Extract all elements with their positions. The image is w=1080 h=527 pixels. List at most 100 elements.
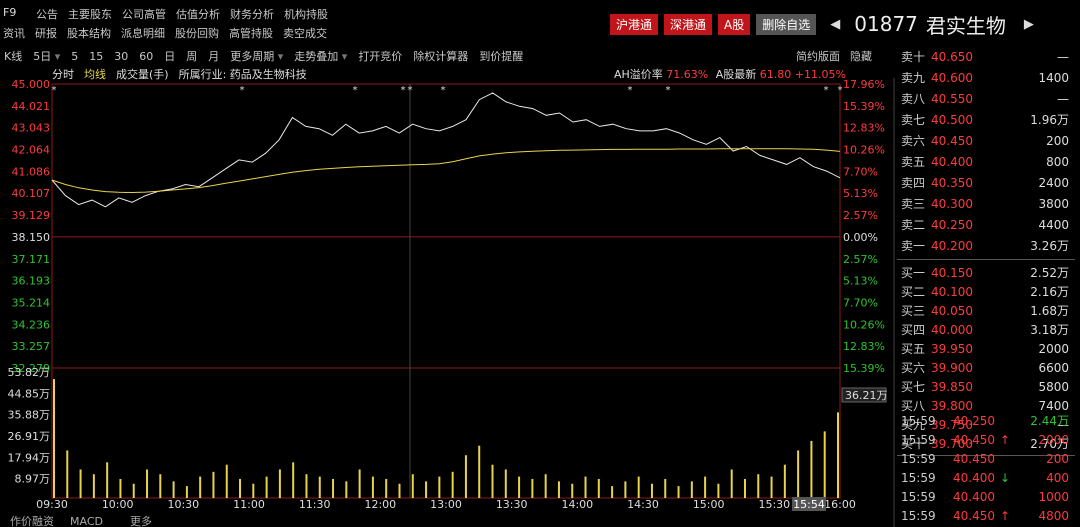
toolbar-item[interactable]: 除权计算器 bbox=[413, 48, 468, 64]
toolbar-item[interactable]: 30 bbox=[114, 50, 128, 63]
toolbar-right: 简约版面 隐藏 bbox=[796, 48, 872, 64]
orderbook-price: 40.250 bbox=[931, 217, 973, 232]
orderbook-level-label: 买四 bbox=[901, 323, 926, 337]
orderbook-row[interactable]: 买七 39.850 5800 bbox=[897, 377, 1075, 396]
volume-axis-label: 17.94万 bbox=[8, 451, 51, 464]
trade-tick-row: 15:59 40.450 ↑ 2000 bbox=[897, 430, 1075, 449]
orderbook-price: 40.200 bbox=[931, 238, 973, 253]
orderbook-price: 40.450 bbox=[931, 133, 973, 148]
header-button[interactable]: 沪港通 bbox=[610, 13, 659, 35]
f9-menu-item[interactable]: 估值分析 bbox=[176, 6, 220, 22]
simple-layout-button[interactable]: 简约版面 bbox=[796, 48, 840, 64]
bottom-tab[interactable]: 作价融资 bbox=[10, 515, 54, 527]
orderbook-row[interactable]: 买六 39.900 6600 bbox=[897, 358, 1075, 377]
toolbar-dropdown[interactable]: 更多周期 ▾ bbox=[230, 48, 283, 64]
orderbook-row[interactable]: 买三 40.050 1.68万 bbox=[897, 301, 1075, 320]
prev-stock-arrow[interactable]: ◀ bbox=[830, 17, 840, 32]
intraday-chart[interactable]: 45.000 17.96% 44.021 15.39% 43.043 12.83% 42.0… bbox=[0, 78, 895, 527]
f9-menu-item[interactable]: 资讯 bbox=[3, 25, 25, 41]
event-marker-icon[interactable]: * bbox=[353, 85, 358, 96]
orderbook-row[interactable]: 卖一 40.200 3.26万 bbox=[897, 235, 1075, 256]
toolbar-item[interactable]: K线 bbox=[4, 48, 22, 64]
toolbar-dropdown[interactable]: 5日 ▾ bbox=[33, 48, 60, 64]
time-axis-label: 14:00 bbox=[561, 498, 593, 511]
toolbar-item[interactable]: 周 bbox=[186, 48, 197, 64]
orderbook-row[interactable]: 买五 39.950 2000 bbox=[897, 339, 1075, 358]
toolbar-item[interactable]: 打开竞价 bbox=[358, 48, 402, 64]
orderbook-level-label: 卖三 bbox=[901, 197, 926, 211]
orderbook-row[interactable]: 卖九 40.600 1400 bbox=[897, 67, 1075, 88]
toolbar-item[interactable]: 月 bbox=[208, 48, 219, 64]
orderbook-price: 40.650 bbox=[931, 49, 973, 64]
orderbook-row[interactable]: 买一 40.150 2.52万 bbox=[897, 263, 1075, 282]
hide-button[interactable]: 隐藏 bbox=[850, 48, 872, 64]
time-axis-label: 16:00 bbox=[824, 498, 856, 511]
toolbar-item[interactable]: 5 bbox=[71, 50, 78, 63]
time-axis-label: 11:00 bbox=[233, 498, 265, 511]
toolbar-dropdown[interactable]: 走势叠加 ▾ bbox=[294, 48, 347, 64]
event-marker-icon[interactable]: * bbox=[666, 85, 671, 96]
orderbook-row[interactable]: 卖七 40.500 1.96万 bbox=[897, 109, 1075, 130]
orderbook-row[interactable]: 卖二 40.250 4400 bbox=[897, 214, 1075, 235]
bottom-tab[interactable]: MACD bbox=[70, 515, 103, 527]
f9-menu-item[interactable]: 卖空成交 bbox=[283, 25, 327, 41]
f9-menu-item[interactable]: 机构持股 bbox=[284, 6, 328, 22]
event-marker-icon[interactable]: * bbox=[441, 85, 446, 96]
f9-menu-item[interactable]: 主要股东 bbox=[68, 6, 112, 22]
price-axis-label: 40.107 bbox=[12, 187, 51, 200]
toolbar-item[interactable]: 到价提醒 bbox=[479, 48, 523, 64]
f9-menu-item[interactable]: 股本结构 bbox=[67, 25, 111, 41]
orderbook-row[interactable]: 卖五 40.400 800 bbox=[897, 151, 1075, 172]
toolbar-item[interactable]: 日 bbox=[164, 48, 175, 64]
toolbar-item[interactable]: 走势叠加 bbox=[294, 50, 338, 63]
event-marker-icon[interactable]: * bbox=[401, 85, 406, 96]
event-marker-icon[interactable]: * bbox=[240, 85, 245, 96]
orderbook-row[interactable]: 卖四 40.350 2400 bbox=[897, 172, 1075, 193]
bottom-tab[interactable]: 更多 bbox=[130, 514, 152, 527]
orderbook-price: 40.300 bbox=[931, 196, 973, 211]
orderbook-price: 40.000 bbox=[931, 322, 973, 337]
event-marker-icon[interactable]: * bbox=[408, 85, 413, 96]
event-marker-icon[interactable]: * bbox=[838, 85, 843, 96]
tick-time: 15:59 bbox=[901, 432, 936, 447]
orderbook-row[interactable]: 卖十 40.650 — bbox=[897, 46, 1075, 67]
toolbar-item[interactable]: 60 bbox=[139, 50, 153, 63]
orderbook-row[interactable]: 买四 40.000 3.18万 bbox=[897, 320, 1075, 339]
orderbook-row[interactable]: 买二 40.100 2.16万 bbox=[897, 282, 1075, 301]
orderbook-price: 39.950 bbox=[931, 341, 973, 356]
orderbook-row[interactable]: 卖六 40.450 200 bbox=[897, 130, 1075, 151]
tick-time: 15:59 bbox=[901, 451, 936, 466]
pct-axis-label: 7.70% bbox=[843, 296, 878, 309]
pct-axis-label: 7.70% bbox=[843, 165, 878, 178]
event-marker-icon[interactable]: * bbox=[52, 85, 57, 96]
f9-menu-item[interactable]: 公告 bbox=[36, 6, 58, 22]
orderbook-row[interactable]: 卖八 40.550 — bbox=[897, 88, 1075, 109]
price-axis-label: 44.021 bbox=[12, 100, 51, 113]
orderbook-row[interactable]: 卖三 40.300 3800 bbox=[897, 193, 1075, 214]
orderbook-volume: 800 bbox=[1046, 154, 1069, 169]
f9-menu-item[interactable]: 公司高管 bbox=[122, 6, 166, 22]
f9-menu-item[interactable]: 高管持股 bbox=[229, 25, 273, 41]
orderbook-volume: — bbox=[1057, 49, 1069, 64]
header-button[interactable]: 删除自选 bbox=[756, 13, 817, 35]
event-marker-icon[interactable]: * bbox=[824, 85, 829, 96]
f9-menu-item[interactable]: 研报 bbox=[35, 25, 57, 41]
f9-menu-item[interactable]: 派息明细 bbox=[121, 25, 165, 41]
event-marker-icon[interactable]: * bbox=[628, 85, 633, 96]
orderbook-level-label: 卖十 bbox=[901, 50, 926, 64]
pct-axis-label: 10.26% bbox=[843, 318, 885, 331]
arrow-up-icon: ↑ bbox=[999, 508, 1011, 523]
time-axis-label: 09:30 bbox=[36, 498, 68, 511]
pct-axis-label: 5.13% bbox=[843, 275, 878, 288]
toolbar-item[interactable]: 5日 bbox=[33, 50, 51, 63]
header-button[interactable]: A股 bbox=[718, 13, 751, 35]
next-stock-arrow[interactable]: ▶ bbox=[1024, 17, 1034, 32]
f9-menu-item[interactable]: 财务分析 bbox=[230, 6, 274, 22]
toolbar-item[interactable]: 15 bbox=[89, 50, 103, 63]
toolbar-item[interactable]: 更多周期 bbox=[230, 50, 274, 63]
orderbook-price: 40.100 bbox=[931, 284, 973, 299]
tick-volume: 200 bbox=[1046, 451, 1069, 466]
header-button[interactable]: 深港通 bbox=[664, 13, 713, 35]
orderbook-divider bbox=[897, 259, 1075, 260]
f9-menu-item[interactable]: 股份回购 bbox=[175, 25, 219, 41]
